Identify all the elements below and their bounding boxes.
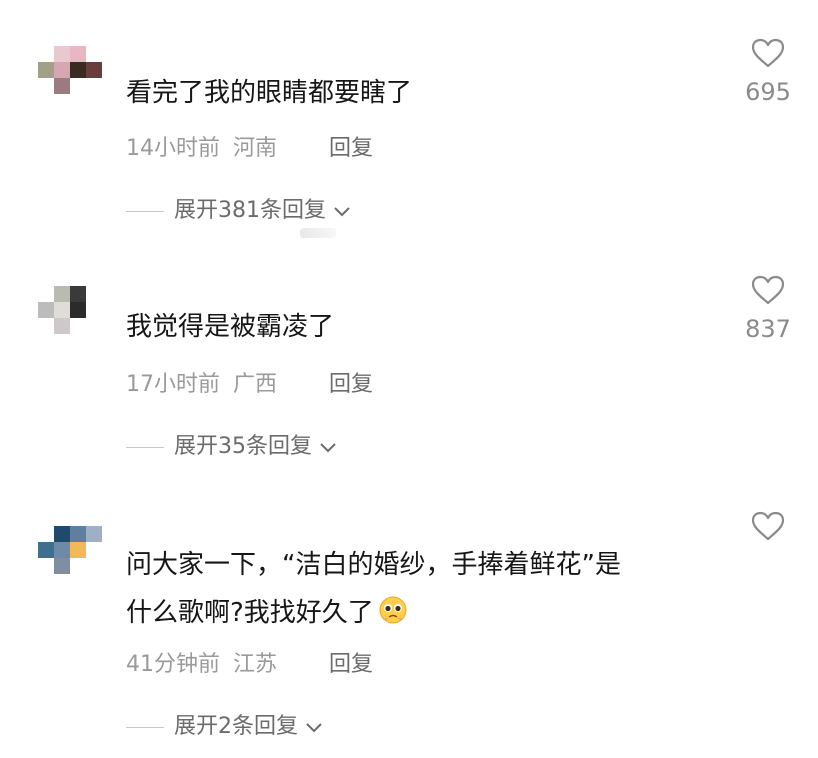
avatar-mosaic-tile: [54, 558, 70, 574]
avatar-mosaic-tile: [38, 62, 54, 78]
avatar-mosaic-tile: [54, 542, 70, 558]
comment-location: 广西: [233, 372, 278, 397]
avatar[interactable]: [38, 278, 102, 342]
chevron-down-icon: [304, 715, 324, 740]
reply-button[interactable]: 回复: [329, 130, 373, 162]
avatar-mosaic-tile: [38, 46, 54, 62]
expand-label: 展开381条回复: [174, 198, 326, 223]
divider-line: [126, 210, 164, 212]
avatar-mosaic-tile: [54, 318, 70, 334]
avatar-mosaic-tile: [86, 558, 102, 574]
avatar-mosaic-tile: [70, 62, 86, 78]
avatar-mosaic-tile: [38, 558, 54, 574]
chevron-down-icon: [318, 435, 338, 460]
avatar-mosaic-tile: [70, 526, 86, 542]
heart-icon[interactable]: [740, 275, 796, 309]
like-count: 695: [745, 78, 791, 106]
avatar-mosaic-tile: [38, 318, 54, 334]
avatar-mosaic-tile: [38, 526, 54, 542]
avatar-mosaic-tile: [86, 286, 102, 302]
avatar-mosaic-tile: [54, 62, 70, 78]
like-control: [740, 511, 796, 545]
avatar-mosaic-tile: [70, 286, 86, 302]
heart-icon[interactable]: [740, 511, 796, 545]
comment-location: 江苏: [233, 652, 278, 677]
reply-button[interactable]: 回复: [329, 646, 373, 678]
avatar-mosaic-tile: [86, 542, 102, 558]
image-smudge: [300, 228, 336, 238]
avatar-mosaic-tile: [86, 318, 102, 334]
comment-meta: 14小时前 河南 回复: [126, 130, 373, 162]
heart-icon[interactable]: [740, 38, 796, 72]
avatar-mosaic-tile: [70, 542, 86, 558]
reply-button[interactable]: 回复: [329, 366, 373, 398]
chevron-down-icon: [332, 199, 352, 224]
avatar-mosaic-tile: [70, 78, 86, 94]
avatar-mosaic-tile: [38, 78, 54, 94]
expand-replies-button[interactable]: 展开381条回复: [126, 192, 352, 224]
comment-meta: 41分钟前 江苏 回复: [126, 646, 373, 678]
avatar-mosaic-tile: [70, 558, 86, 574]
comment-text-line: 什么歌啊?我找好久了: [126, 592, 726, 638]
avatar-mosaic-tile: [54, 286, 70, 302]
comment-text-line: 问大家一下，“洁白的婚纱，手捧着鲜花”是: [126, 550, 621, 580]
avatar-mosaic-tile: [86, 302, 102, 318]
expand-replies-button[interactable]: 展开2条回复: [126, 708, 324, 740]
comment-location: 河南: [233, 136, 278, 161]
like-control: 695: [740, 38, 796, 106]
avatar-mosaic-tile: [54, 78, 70, 94]
comment-text: 我觉得是被霸凌了: [126, 312, 335, 342]
expand-label: 展开35条回复: [174, 434, 312, 459]
pleading-face-emoji: [378, 595, 408, 638]
expand-replies-button[interactable]: 展开35条回复: [126, 428, 338, 460]
divider-line: [126, 446, 164, 448]
avatar-mosaic-tile: [54, 46, 70, 62]
avatar-mosaic-tile: [54, 526, 70, 542]
avatar-mosaic-tile: [70, 302, 86, 318]
comment-time: 14小时前: [126, 136, 220, 161]
avatar-mosaic-tile: [38, 286, 54, 302]
like-count: 837: [745, 315, 791, 343]
avatar-mosaic-tile: [86, 62, 102, 78]
avatar-mosaic-tile: [54, 302, 70, 318]
comment-time: 17小时前: [126, 372, 220, 397]
avatar[interactable]: [38, 518, 102, 582]
comment-text: 问大家一下，“洁白的婚纱，手捧着鲜花”是 什么歌啊?我找好久了: [126, 544, 726, 638]
comment-text: 看完了我的眼睛都要瞎了: [126, 78, 413, 108]
comment-time: 41分钟前: [126, 652, 220, 677]
avatar-mosaic-tile: [70, 318, 86, 334]
avatar-mosaic-tile: [38, 542, 54, 558]
avatar-mosaic-tile: [38, 302, 54, 318]
like-control: 837: [740, 275, 796, 343]
avatar[interactable]: [38, 38, 102, 102]
divider-line: [126, 726, 164, 728]
expand-label: 展开2条回复: [174, 714, 298, 739]
avatar-mosaic-tile: [86, 46, 102, 62]
comment-meta: 17小时前 广西 回复: [126, 366, 373, 398]
avatar-mosaic-tile: [70, 46, 86, 62]
avatar-mosaic-tile: [86, 526, 102, 542]
avatar-mosaic-tile: [86, 78, 102, 94]
